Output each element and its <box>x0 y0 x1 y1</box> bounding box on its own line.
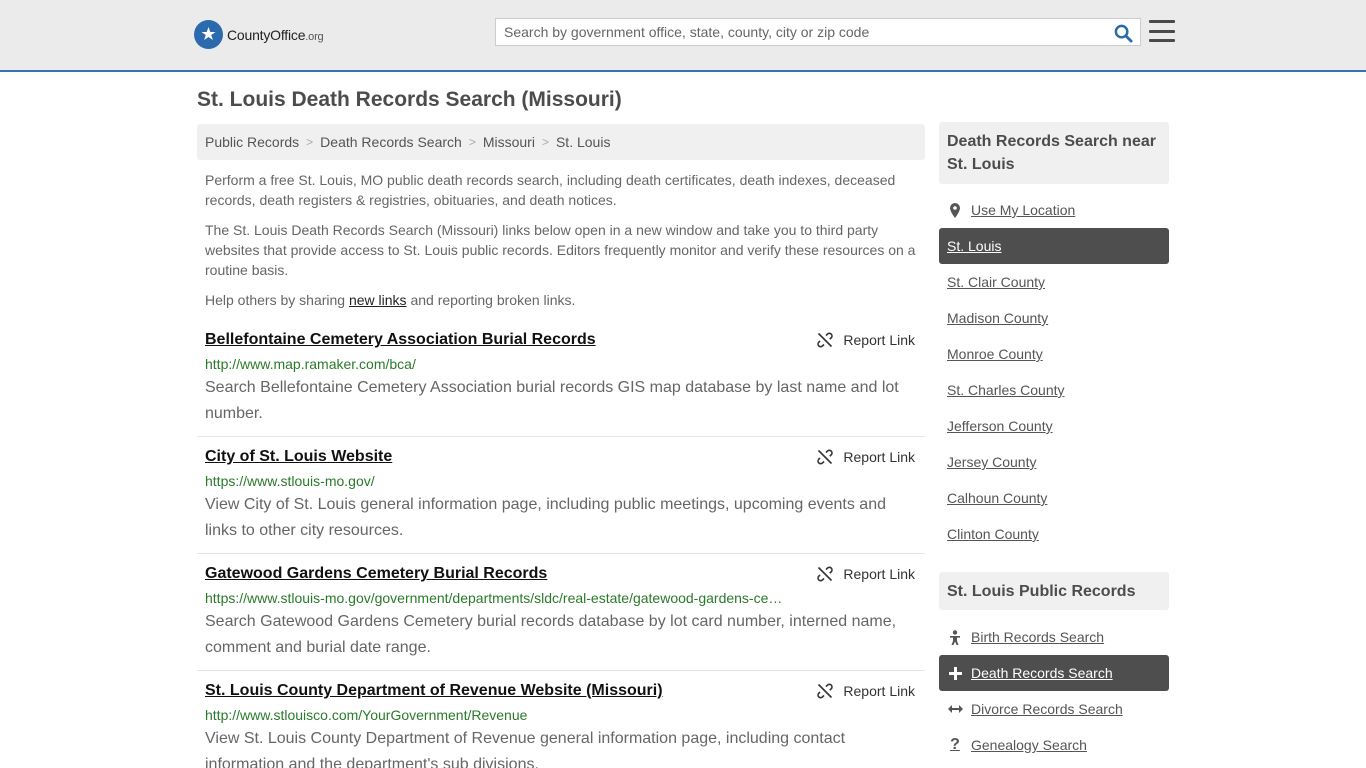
report-link-button[interactable]: Report Link <box>817 683 915 699</box>
result-item: City of St. Louis Website Report Link ht… <box>197 448 925 554</box>
death-records-search-label: Death Records Search <box>971 665 1113 681</box>
result-description: Search Bellefontaine Cemetery Associatio… <box>205 379 899 422</box>
result-description: View City of St. Louis general informati… <box>205 496 886 539</box>
result-description: Search Gatewood Gardens Cemetery burial … <box>205 613 897 656</box>
result-item: St. Louis County Department of Revenue W… <box>197 682 925 768</box>
result-url: http://www.map.ramaker.com/bca/ <box>205 356 416 372</box>
genealogy-search-link[interactable]: ? Genealogy Search <box>939 727 1169 763</box>
breadcrumb: Public Records > Death Records Search > … <box>197 124 925 160</box>
result-url: https://www.stlouis-mo.gov/ <box>205 473 375 489</box>
breadcrumb-st-louis[interactable]: St. Louis <box>556 134 610 150</box>
new-links-link[interactable]: new links <box>349 292 407 308</box>
report-link-button[interactable]: Report Link <box>817 332 915 348</box>
nearby-item-st-louis[interactable]: St. Louis <box>939 228 1169 264</box>
report-link-button[interactable]: Report Link <box>817 449 915 465</box>
nearby-item-calhoun-county[interactable]: Calhoun County <box>939 480 1169 516</box>
report-link-label: Report Link <box>843 449 915 465</box>
map-pin-icon <box>947 202 963 218</box>
divorce-records-search-link[interactable]: Divorce Records Search <box>939 691 1169 727</box>
search-input[interactable] <box>496 19 1106 45</box>
question-icon: ? <box>950 736 960 753</box>
logo-text: CountyOffice.org <box>227 26 324 43</box>
broken-link-icon <box>817 566 834 582</box>
report-link-label: Report Link <box>843 683 915 699</box>
report-link-label: Report Link <box>843 566 915 582</box>
genealogy-search-label: Genealogy Search <box>971 737 1087 753</box>
birth-records-search-label: Birth Records Search <box>971 629 1105 645</box>
breadcrumb-separator: > <box>541 135 549 149</box>
report-link-label: Report Link <box>843 332 915 348</box>
plus-icon <box>947 665 963 681</box>
arrows-horizontal-icon <box>947 701 963 717</box>
broken-link-icon <box>817 683 834 699</box>
report-link-button[interactable]: Report Link <box>817 566 915 582</box>
nearby-item-jersey-county[interactable]: Jersey County <box>939 444 1169 480</box>
nearby-item-clinton-county[interactable]: Clinton County <box>939 516 1169 552</box>
search-button[interactable] <box>1112 22 1134 44</box>
broken-link-icon <box>817 332 834 348</box>
use-my-location-link[interactable]: Use My Location <box>939 192 1169 228</box>
result-title-link[interactable]: City of St. Louis Website <box>205 448 392 466</box>
breadcrumb-separator: > <box>306 135 314 149</box>
nearby-item-jefferson-county[interactable]: Jefferson County <box>939 408 1169 444</box>
divorce-records-search-label: Divorce Records Search <box>971 701 1123 717</box>
breadcrumb-public-records[interactable]: Public Records <box>205 134 299 150</box>
nearby-item-madison-county[interactable]: Madison County <box>939 300 1169 336</box>
result-url: http://www.stlouisco.com/YourGovernment/… <box>205 707 528 723</box>
logo-badge-icon <box>194 20 223 49</box>
result-title-link[interactable]: Gatewood Gardens Cemetery Burial Records <box>205 565 547 583</box>
nearby-item-st-clair-county[interactable]: St. Clair County <box>939 264 1169 300</box>
birth-records-search-link[interactable]: Birth Records Search <box>939 619 1169 655</box>
logo-link[interactable]: CountyOffice.org <box>194 20 324 49</box>
breadcrumb-separator: > <box>468 135 476 149</box>
result-description: View St. Louis County Department of Reve… <box>205 730 846 768</box>
result-item: Gatewood Gardens Cemetery Burial Records… <box>197 565 925 671</box>
result-url: https://www.stlouis-mo.gov/government/de… <box>205 590 783 606</box>
result-title-link[interactable]: St. Louis County Department of Revenue W… <box>205 682 663 700</box>
search-box <box>495 18 1141 46</box>
top-bar: CountyOffice.org <box>0 0 1366 72</box>
use-my-location-label: Use My Location <box>971 202 1076 218</box>
intro-paragraph: Perform a free St. Louis, MO public deat… <box>205 172 896 208</box>
result-item: Bellefontaine Cemetery Association Buria… <box>197 331 925 437</box>
death-records-search-link[interactable]: Death Records Search <box>939 655 1169 691</box>
baby-icon <box>947 629 963 645</box>
public-records-heading: St. Louis Public Records <box>939 572 1169 610</box>
nearby-item-st-charles-county[interactable]: St. Charles County <box>939 372 1169 408</box>
search-icon <box>1114 24 1133 43</box>
breadcrumb-death-records-search[interactable]: Death Records Search <box>320 134 462 150</box>
hamburger-menu-icon[interactable] <box>1149 18 1175 44</box>
page-title: St. Louis Death Records Search (Missouri… <box>197 88 622 111</box>
nearby-heading: Death Records Search near St. Louis <box>939 122 1169 184</box>
share-paragraph: Help others by sharing new links and rep… <box>205 292 576 308</box>
result-title-link[interactable]: Bellefontaine Cemetery Association Buria… <box>205 331 596 349</box>
nearby-item-monroe-county[interactable]: Monroe County <box>939 336 1169 372</box>
disclaimer-paragraph: The St. Louis Death Records Search (Miss… <box>205 222 916 278</box>
breadcrumb-missouri[interactable]: Missouri <box>483 134 535 150</box>
broken-link-icon <box>817 449 834 465</box>
